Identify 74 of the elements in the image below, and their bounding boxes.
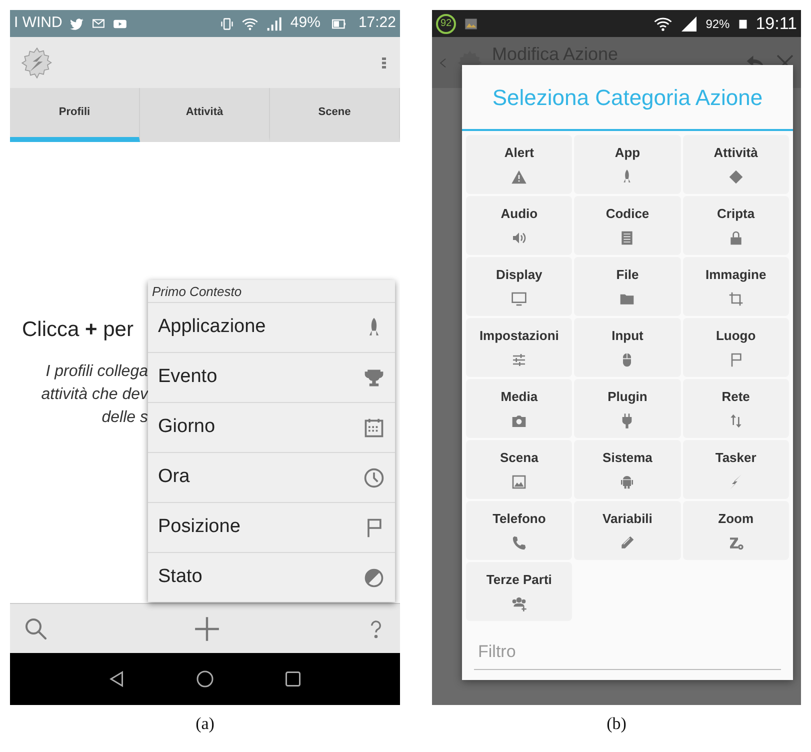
category-tile[interactable]: Rete	[682, 379, 789, 438]
diamond-icon	[728, 168, 744, 184]
clock-icon	[363, 466, 385, 488]
category-tile[interactable]: Scena	[466, 440, 572, 499]
category-tile[interactable]: File	[574, 257, 681, 316]
menu-item[interactable]: Applicazione	[158, 313, 266, 342]
lock-icon	[728, 230, 744, 246]
category-tile[interactable]: Plugin	[574, 379, 681, 438]
category-tile[interactable]: Impostazioni	[466, 318, 572, 377]
vibrate-icon	[220, 16, 234, 30]
camera-icon	[511, 412, 528, 428]
category-tile[interactable]: Codice	[574, 196, 681, 255]
menu-item[interactable]: Evento	[158, 363, 218, 392]
people-plus-icon	[511, 596, 528, 612]
category-tile[interactable]: Alert	[466, 135, 572, 194]
document-icon	[619, 230, 636, 246]
category-tile[interactable]: Cripta	[682, 196, 789, 255]
figure-caption: (b)	[606, 713, 628, 735]
recents-icon[interactable]	[284, 670, 302, 688]
category-tile[interactable]: Terze Parti	[466, 562, 572, 621]
battery-percent: 49%	[290, 13, 320, 34]
figure-caption: (a)	[194, 713, 216, 735]
notification-badge: 92	[436, 14, 456, 34]
signal-icon	[266, 16, 282, 32]
home-icon[interactable]	[196, 670, 214, 688]
hint-text: delle s	[100, 408, 148, 428]
bird-icon	[70, 16, 84, 30]
dialog-title: Seleziona Categoria Azione	[462, 65, 793, 131]
wifi-icon	[242, 16, 258, 32]
category-tile[interactable]: Tasker	[682, 440, 789, 499]
android-icon	[619, 474, 636, 490]
image-icon	[464, 16, 478, 30]
crop-icon	[728, 290, 744, 306]
z-gear-icon	[728, 534, 744, 550]
mail-icon	[92, 17, 106, 30]
warning-icon	[511, 168, 528, 184]
carrier-name: I WIND	[14, 13, 62, 34]
category-tile[interactable]: Zoom	[682, 501, 789, 560]
search-icon[interactable]	[24, 616, 48, 640]
hint-text: I profili collega	[44, 362, 148, 382]
category-tile[interactable]: Variabili	[574, 501, 681, 560]
empty-state-heading: Clicca + per	[21, 317, 134, 343]
pencil-icon	[619, 534, 636, 550]
menu-title: Primo Contesto	[151, 283, 243, 301]
gear-logo-icon	[20, 46, 54, 80]
half-circle-icon	[363, 566, 385, 588]
category-tile[interactable]: Sistema	[574, 440, 681, 499]
category-tile[interactable]: Audio	[466, 196, 572, 255]
phone-icon	[511, 534, 528, 550]
category-tile[interactable]: Input	[574, 318, 681, 377]
battery-percent: 92%	[706, 16, 730, 32]
category-tile[interactable]: Luogo	[682, 318, 789, 377]
clock-time: 17:22	[358, 13, 396, 34]
category-tile[interactable]: Media	[466, 379, 572, 438]
sliders-icon	[511, 352, 528, 368]
back-icon[interactable]	[108, 670, 126, 688]
menu-item[interactable]: Ora	[158, 463, 190, 492]
add-icon[interactable]	[194, 616, 220, 642]
monitor-icon	[511, 290, 528, 306]
menu-item[interactable]: Stato	[158, 563, 202, 592]
signal-icon	[680, 14, 698, 32]
image-icon	[511, 474, 528, 490]
category-tile[interactable]: Telefono	[466, 501, 572, 560]
filter-field[interactable]: Filtro	[474, 635, 781, 670]
calendar-icon	[363, 416, 385, 438]
menu-item[interactable]: Posizione	[158, 513, 240, 542]
menu-item[interactable]: Giorno	[158, 413, 216, 442]
category-tile[interactable]: Immagine	[682, 257, 789, 316]
category-tile[interactable]: App	[574, 135, 681, 194]
category-tile[interactable]: Attività	[682, 135, 789, 194]
wifi-icon	[654, 14, 672, 32]
hint-text: attività che dev	[40, 384, 148, 404]
clock-time: 19:11	[756, 12, 797, 35]
category-tile[interactable]: Display	[466, 257, 572, 316]
